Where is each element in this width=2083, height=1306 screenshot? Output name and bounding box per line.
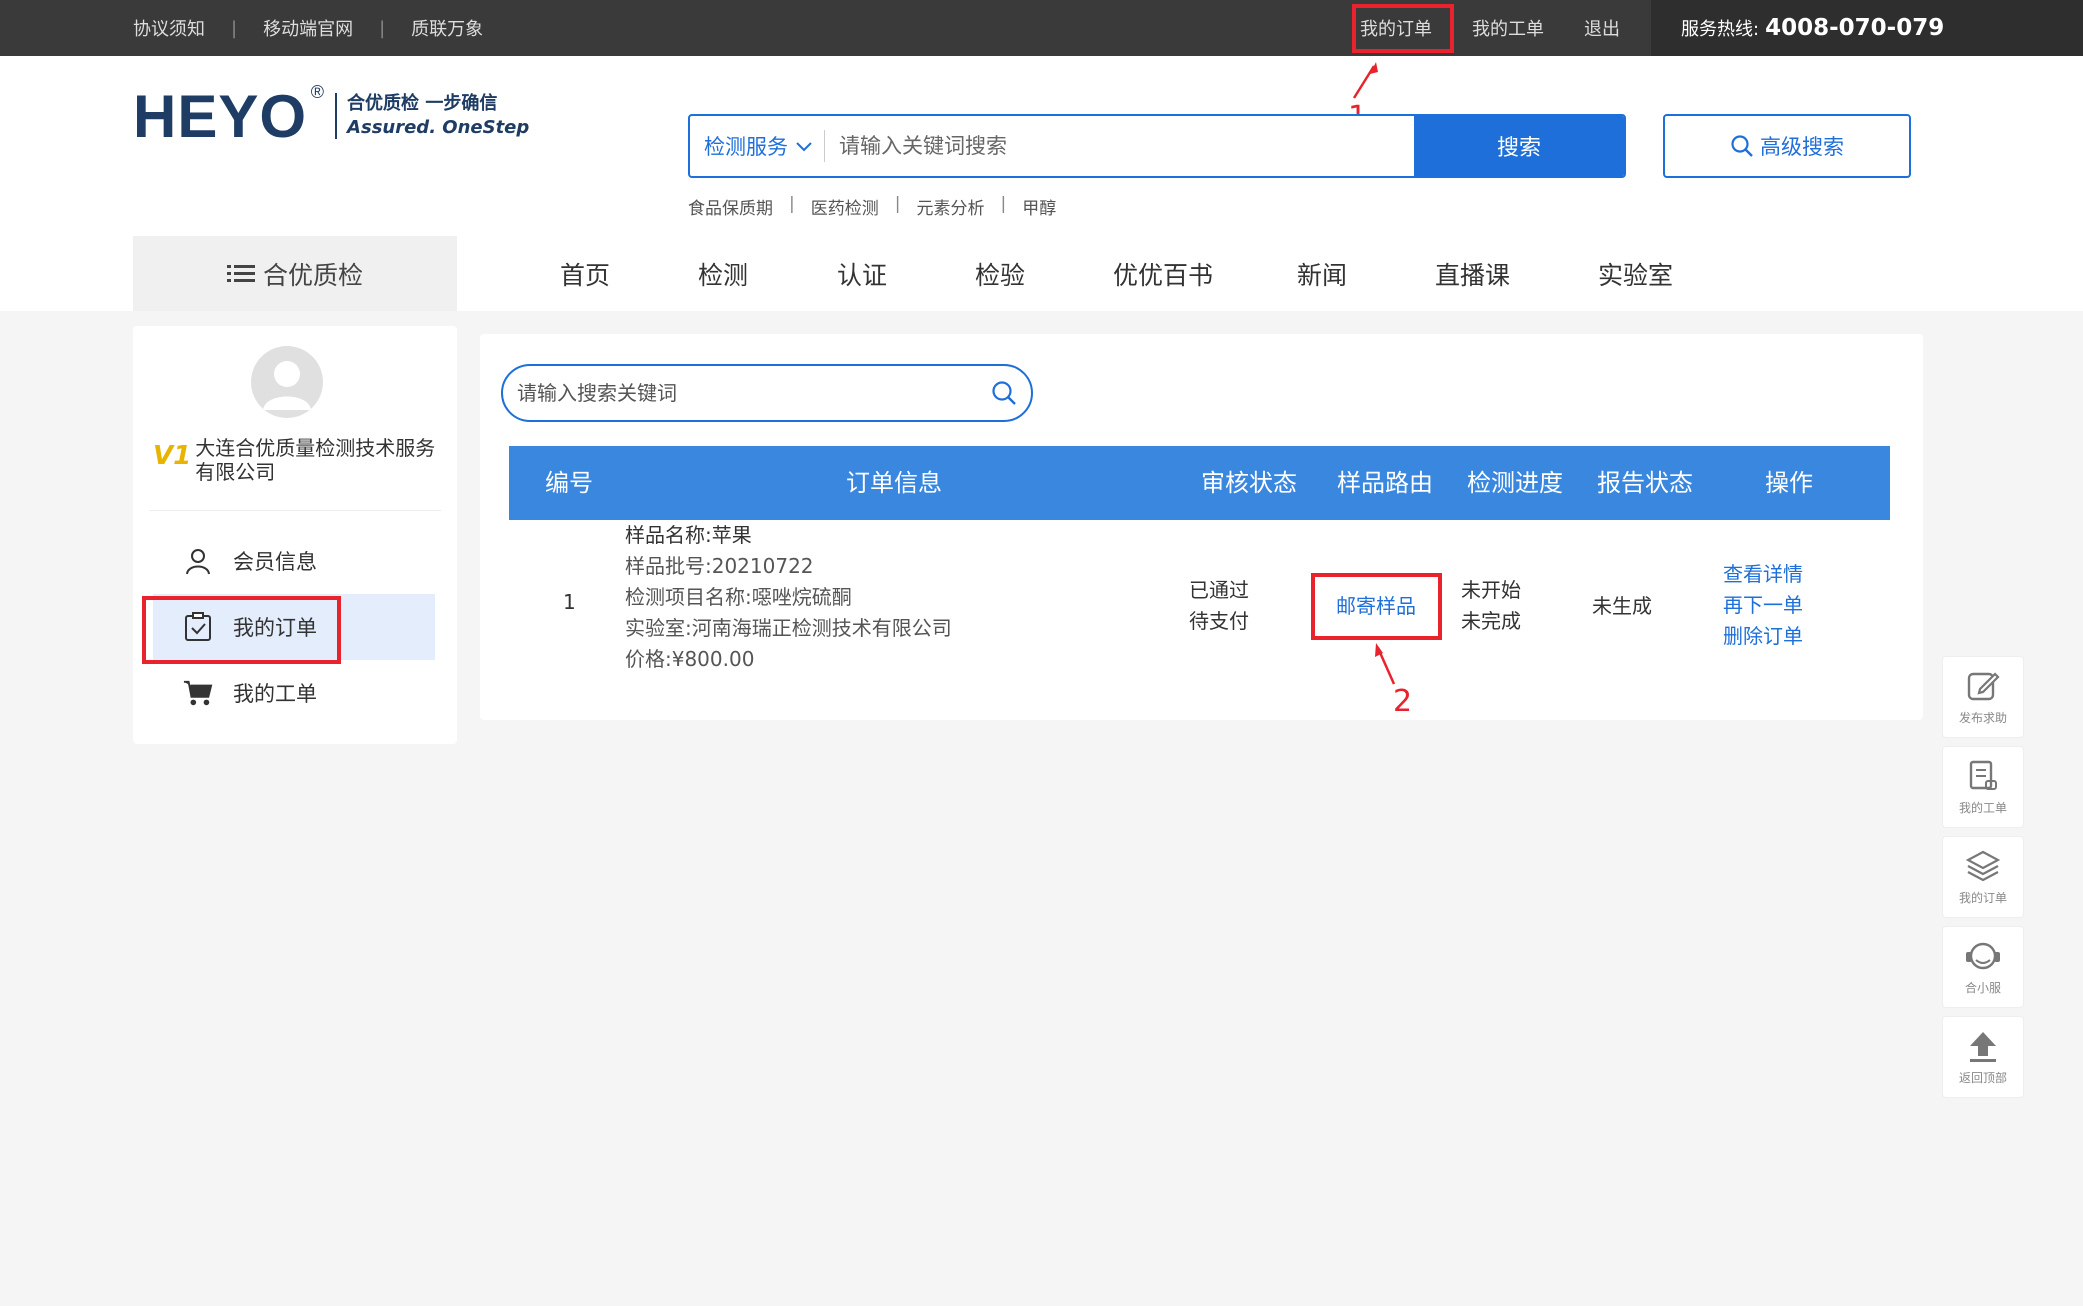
annotation-box-sidebar-orders	[142, 596, 341, 664]
user-avatar-icon	[263, 361, 311, 410]
vip-badge: V1	[153, 441, 192, 471]
logo-divider	[335, 93, 338, 139]
search-button[interactable]: 搜索	[1414, 116, 1624, 176]
col-no: 编号	[545, 469, 593, 497]
nav-laboratory[interactable]: 实验室	[1598, 256, 1673, 292]
nav-certification[interactable]: 认证	[837, 256, 887, 292]
top-link-agreement[interactable]: 协议须知	[133, 15, 205, 41]
nav-youyou-baishu[interactable]: 优优百书	[1113, 256, 1213, 292]
search-category-select[interactable]: 检测服务	[690, 130, 825, 162]
float-my-orders-button[interactable]: 我的订单	[1942, 836, 2024, 918]
laboratory: 实验室:河南海瑞正检测技术有限公司	[625, 616, 952, 640]
divider	[149, 510, 441, 511]
nav-inspection[interactable]: 检验	[975, 256, 1025, 292]
hotline-label: 服务热线:	[1681, 19, 1760, 40]
ticket-icon	[1969, 760, 1997, 790]
hot-words: 食品保质期 | 医药检测 | 元素分析 | 甲醇	[688, 194, 1057, 219]
annotation-box-mail-sample	[1311, 573, 1442, 640]
order-no: 1	[563, 590, 576, 614]
hot-word[interactable]: 元素分析	[916, 194, 984, 219]
category-menu[interactable]: 合优质检	[133, 236, 457, 311]
nav-home[interactable]: 首页	[560, 256, 610, 292]
col-actions: 操作	[1765, 469, 1813, 497]
sidebar: V1 大连合优质量检测技术服务有限公司 会员信息 我的订单 我的工单	[133, 326, 457, 744]
order-search-box	[501, 364, 1033, 422]
nav-news[interactable]: 新闻	[1297, 256, 1347, 292]
nav-live-class[interactable]: 直播课	[1435, 256, 1510, 292]
hotline-number: 4008-070-079	[1765, 15, 1945, 41]
top-link-zhilian[interactable]: 质联万象	[411, 15, 483, 41]
advanced-search-button[interactable]: 高级搜索	[1663, 114, 1911, 178]
logo-wordmark: HEYO ®	[133, 81, 326, 150]
chevron-down-icon	[796, 137, 812, 156]
col-sample-route: 样品路由	[1337, 469, 1433, 497]
nav-testing[interactable]: 检测	[698, 256, 748, 292]
headset-icon	[1966, 942, 2000, 969]
order-search-input[interactable]	[517, 381, 991, 405]
slogan-cn: 合优质检 一步确信	[347, 93, 498, 114]
table-row: 1 样品名称:苹果 样品批号:20210722 检测项目名称:噁唑烷硫酮 实验室…	[509, 520, 1890, 720]
test-project: 检测项目名称:噁唑烷硫酮	[625, 585, 852, 609]
hot-word[interactable]: 甲醇	[1022, 194, 1056, 219]
report-status: 未生成	[1592, 594, 1652, 618]
orders-panel: 编号 订单信息 审核状态 样品路由 检测进度 报告状态 操作 1 样品名称:苹果…	[480, 334, 1923, 720]
annotation-arrow-2	[1375, 643, 1396, 685]
order-actions: 查看详情 再下一单 删除订单	[1723, 559, 1803, 652]
top-my-tickets-link[interactable]: 我的工单	[1472, 15, 1544, 41]
float-my-tickets-button[interactable]: 我的工单	[1942, 746, 2024, 828]
back-to-top-button[interactable]: 返回顶部	[1942, 1016, 2024, 1098]
order-info: 样品名称:苹果 样品批号:20210722 检测项目名称:噁唑烷硫酮 实验室:河…	[625, 520, 952, 675]
search-input[interactable]	[825, 116, 1414, 176]
price: 价格:¥800.00	[625, 647, 755, 671]
view-details-link[interactable]: 查看详情	[1723, 559, 1803, 590]
audit-status: 已通过 待支付	[1189, 578, 1249, 633]
customer-service-button[interactable]: 合小服	[1942, 926, 2024, 1008]
avatar	[251, 346, 323, 418]
list-icon	[226, 264, 255, 282]
sample-name: 样品名称:苹果	[625, 523, 752, 547]
top-links: 协议须知 | 移动端官网 | 质联万象	[133, 0, 483, 56]
separator: |	[231, 17, 238, 39]
top-bar: 协议须知 | 移动端官网 | 质联万象 我的订单 我的工单 退出 服务热线: 4…	[0, 0, 2083, 56]
search-icon	[1731, 135, 1753, 157]
logout-link[interactable]: 退出	[1584, 15, 1620, 41]
reorder-link[interactable]: 再下一单	[1723, 590, 1803, 621]
edit-icon	[1967, 671, 2000, 700]
post-help-button[interactable]: 发布求助	[1942, 656, 2024, 738]
search-bar: 检测服务 搜索	[688, 114, 1626, 178]
top-link-mobile[interactable]: 移动端官网	[263, 15, 353, 41]
hot-word[interactable]: 食品保质期	[688, 194, 773, 219]
sidebar-item-member-info[interactable]: 会员信息	[153, 528, 435, 594]
col-report-status: 报告状态	[1597, 469, 1693, 497]
slogan-en: Assured. OneStep	[347, 117, 530, 138]
sample-batch: 样品批号:20210722	[625, 554, 814, 578]
arrow-up-icon	[1970, 1031, 1996, 1062]
orders-table-header: 编号 订单信息 审核状态 样品路由 检测进度 报告状态 操作	[509, 446, 1890, 520]
cart-icon	[183, 678, 213, 708]
search-icon[interactable]	[991, 380, 1017, 406]
delete-order-link[interactable]: 删除订单	[1723, 621, 1803, 652]
col-test-progress: 检测进度	[1467, 469, 1563, 497]
col-order-info: 订单信息	[846, 469, 942, 497]
col-audit-status: 审核状态	[1201, 469, 1297, 497]
annotation-label-2: 2	[1393, 684, 1413, 719]
annotation-box-top-orders	[1352, 4, 1454, 53]
hotline: 服务热线: 4008-070-079	[1651, 0, 2083, 56]
separator: |	[379, 17, 386, 39]
logo-slogan: 合优质检 一步确信 Assured. OneStep	[347, 92, 529, 140]
test-progress: 未开始 未完成	[1461, 578, 1521, 633]
logo[interactable]: HEYO ® 合优质检 一步确信 Assured. OneStep	[133, 56, 529, 176]
company-name: V1 大连合优质量检测技术服务有限公司	[153, 436, 436, 484]
user-icon	[183, 546, 213, 576]
sidebar-item-my-tickets[interactable]: 我的工单	[153, 660, 435, 726]
hot-word[interactable]: 医药检测	[811, 194, 879, 219]
layers-icon	[1966, 850, 2000, 881]
